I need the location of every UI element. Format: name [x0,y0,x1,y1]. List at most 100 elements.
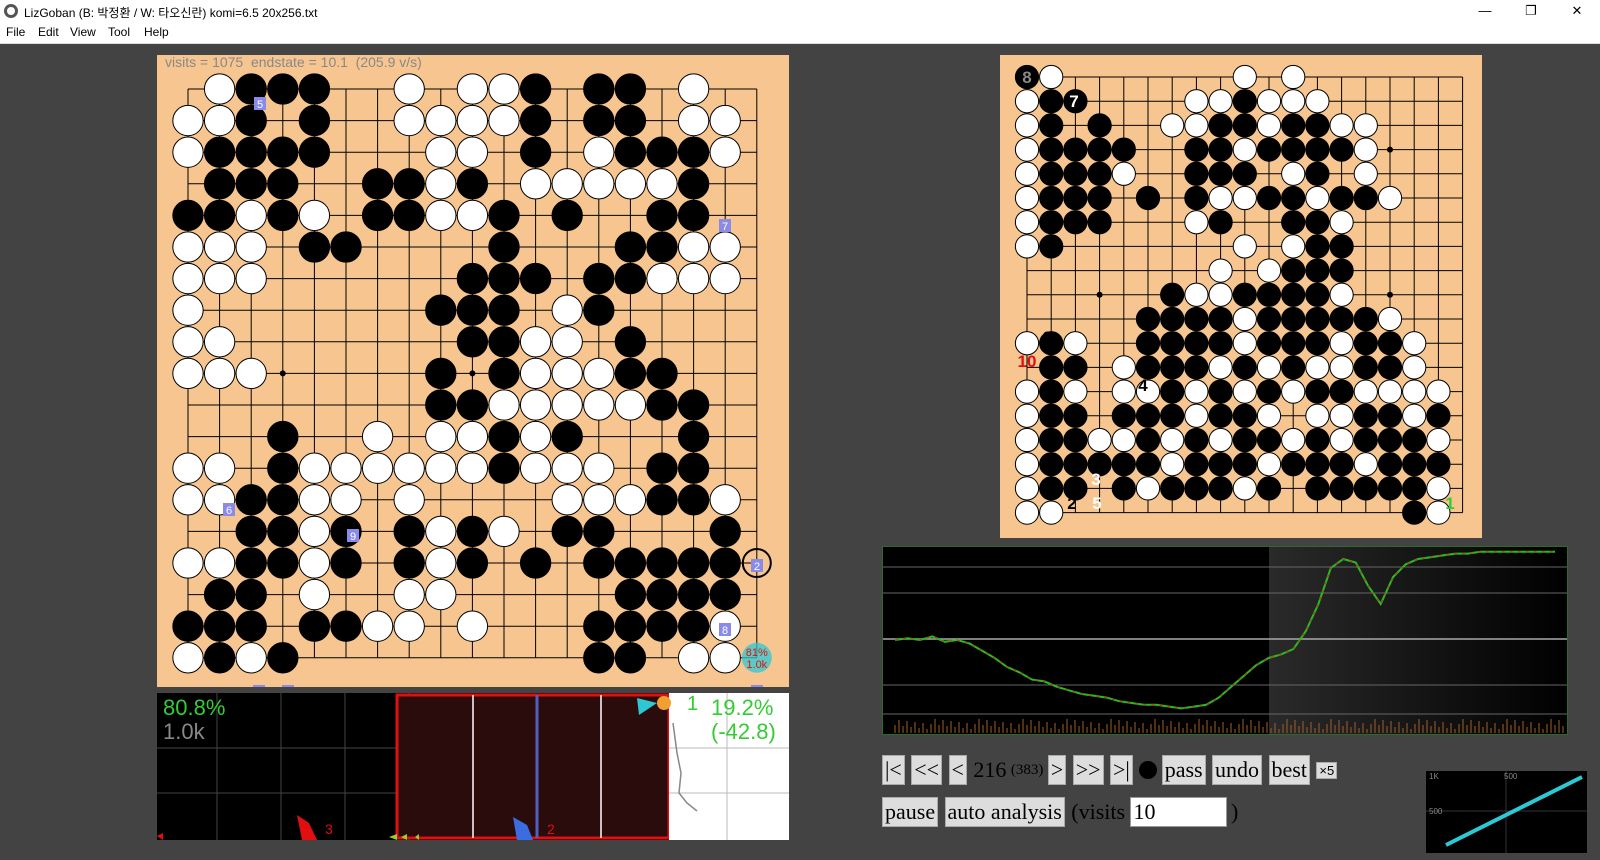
hoshi-point [1387,291,1393,298]
black-stone [1305,452,1330,477]
forward10-button[interactable]: >> [1072,755,1104,785]
white-stone [361,610,394,642]
visits-input[interactable]: 10 [1129,797,1227,827]
undo-button[interactable]: undo [1212,755,1263,785]
black-stone [677,484,710,516]
black-stone [677,136,710,168]
white-stone [709,136,741,168]
minimize-button[interactable]: — [1462,0,1508,23]
black-stone [1039,210,1064,235]
white-stone [393,484,425,516]
black-stone [1305,234,1330,259]
menu-help[interactable]: Help [144,25,169,39]
white-stone [172,294,204,326]
black-stone [1135,403,1161,428]
black-stone [203,168,236,200]
black-stone [1377,427,1403,453]
white-stone [1039,500,1064,525]
white-score: (-42.8) [711,719,776,744]
sub-goban[interactable]: 8 7 6 10 4 3 2 5 1 [1000,55,1482,538]
black-stone [1256,476,1282,501]
white-stone [1184,210,1209,235]
winrate-history-graph[interactable] [882,546,1568,735]
black-stone [1329,185,1354,211]
white-stone [1208,258,1233,283]
black-stone [1135,331,1161,356]
white-stone [709,262,741,295]
search-range-box [395,693,671,840]
black-stone [1208,137,1233,162]
black-stone [614,642,647,674]
menu-edit[interactable]: Edit [38,25,59,39]
black-stone [1160,306,1185,332]
menu-file[interactable]: File [6,25,25,39]
white-stone [519,389,552,421]
black-stone [488,357,520,390]
first-move-button[interactable]: |< [882,755,905,785]
forward-button[interactable]: > [1047,755,1067,785]
visits-close: ) [1230,799,1239,824]
main-goban[interactable]: visits = 1075 endstate = 10.1 (205.9 v/s… [157,54,789,687]
white-stone [1232,137,1257,162]
pause-button[interactable]: pause [882,797,939,827]
black-stone [172,610,204,642]
white-stone [1208,89,1233,114]
white-stone [456,420,489,453]
white-stone [172,136,204,168]
close-button[interactable]: ✕ [1554,0,1600,23]
white-stone [1014,500,1040,525]
best-button[interactable]: best [1268,755,1310,785]
winrate-line-graph[interactable] [883,547,1567,734]
white-stone [425,168,457,200]
black-stone [1160,355,1185,380]
white-stone [203,262,236,295]
maximize-button[interactable]: ❐ [1508,0,1554,23]
sub-move-label: 10 [1018,352,1037,371]
white-stone [1256,355,1282,380]
black-stone [1063,137,1088,162]
menu-tool[interactable]: Tool [108,25,130,39]
black-visits: 1.0k [163,719,205,744]
black-stone [488,326,520,358]
times5-button[interactable]: ×5 [1316,761,1338,779]
black-stone [1281,137,1306,162]
black-stone [1063,185,1088,211]
white-stone [1014,161,1040,186]
white-stone [1014,137,1040,162]
black-stone [1111,476,1136,501]
black-stone [488,452,520,484]
white-stone [1111,161,1136,186]
white-stone [1402,379,1427,404]
white-stone [1063,379,1088,404]
black-stone [551,420,583,453]
back10-button[interactable]: << [911,755,943,785]
black-stone [1329,476,1354,501]
white-stone [1184,379,1209,404]
black-stone [1039,476,1064,501]
black-stone [456,168,489,200]
last-move-button[interactable]: >| [1109,755,1133,785]
menu-view[interactable]: View [70,25,96,39]
white-stone [709,642,741,674]
black-stone [393,515,425,548]
sub-move-label: 4 [1138,376,1148,395]
white-stone [235,357,267,390]
main-board-grid[interactable]: 81%1.0k576928341 [157,55,789,687]
back-button[interactable]: < [948,755,967,785]
white-stone [1256,403,1282,428]
white-stone [172,262,204,295]
black-stone [1184,427,1209,453]
white-stone [393,104,425,137]
auto-analysis-button[interactable]: auto analysis [944,797,1065,827]
black-stone [267,452,299,484]
white-stone [551,484,583,516]
black-stone [1353,306,1378,332]
sub-board-grid[interactable]: 8 7 6 10 4 32 5 1 [1000,55,1482,538]
white-stone [583,389,615,421]
white-stone [646,168,678,200]
white-stone [172,547,204,579]
pass-button[interactable]: pass [1161,755,1206,785]
white-stone [203,104,236,137]
white-stone [1305,403,1330,428]
white-stone [235,199,267,232]
